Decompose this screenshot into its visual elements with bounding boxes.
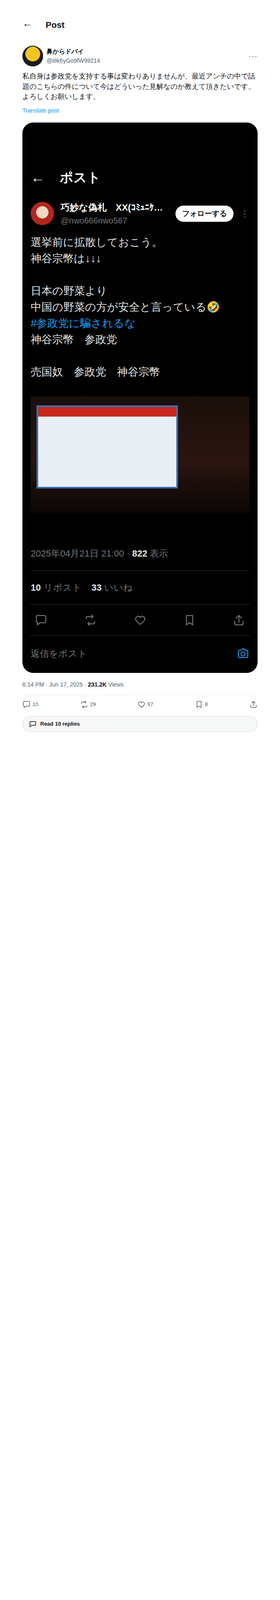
- share-button[interactable]: [249, 699, 258, 708]
- embedded-title: ポスト: [59, 167, 101, 188]
- like-icon: [133, 613, 147, 626]
- page-title: Post: [45, 18, 65, 32]
- post-time: 6:14 PM · Jun 17, 2025 ·: [22, 680, 88, 687]
- post-page: ← Post 鼻からドバイ@i8k6yGo9fW99214··· 私自身は参政党を支持…: [0, 0, 280, 1598]
- stat: 33 いいね: [91, 579, 134, 594]
- text-paragraph: 売国奴 参政党 神谷宗幣: [30, 363, 250, 380]
- text-line: 売国奴 参政党 神谷宗幣: [30, 363, 250, 380]
- action-count: 10: [32, 699, 39, 708]
- embedded-author-handle: @nwo666nwo567: [60, 214, 169, 227]
- separator: [30, 603, 250, 604]
- embedded-screenshot: ←ポスト巧妙な偽札 XX(ｺﾐｭﾆｹ…@nwo666nwo567 フォローする ⋮ 選…: [22, 122, 258, 672]
- hashtag: #参政党に騙されるな: [30, 314, 250, 332]
- stat: 10 リポスト: [30, 579, 82, 594]
- stat-count: 10: [30, 581, 41, 592]
- reply-icon: [22, 699, 31, 708]
- embedded-top-bar: ←ポスト: [30, 163, 250, 191]
- top-bar: ← Post: [22, 0, 258, 46]
- embedded-author-row: 巧妙な偽札 XX(ｺﾐｭﾆｹ…@nwo666nwo567 フォローする ⋮: [30, 200, 250, 227]
- embedded-text: 選挙前に拡散しておこう。神谷宗幣は↓↓↓ 日本の野菜より中国の野菜の方が安全と言っ…: [30, 233, 250, 380]
- embedded-stats: 10 リポスト 33 いいね: [30, 569, 250, 604]
- share-icon: [232, 613, 246, 626]
- author-name[interactable]: 鼻からドバイ: [46, 46, 246, 57]
- reply-placeholder: 返信をポスト: [30, 645, 88, 660]
- author-handle[interactable]: @i8k6yGo9fW99214: [46, 56, 246, 66]
- camera-icon: [236, 646, 250, 659]
- separator: [30, 634, 250, 636]
- author-row: 鼻からドバイ@i8k6yGo9fW99214···: [22, 45, 258, 67]
- bookmark-icon: [183, 613, 196, 626]
- projector-screen: [36, 404, 178, 488]
- stat-label: リポスト: [40, 581, 82, 592]
- embedded-avatar: [30, 201, 54, 225]
- reply-button[interactable]: 10: [22, 699, 39, 708]
- embedded-more-button: ⋮: [240, 206, 250, 221]
- text-line: 選挙前に拡散しておこう。: [30, 233, 250, 251]
- action-count: 8: [204, 699, 208, 708]
- repost-icon: [80, 699, 89, 708]
- text-paragraph: 日本の野菜より中国の野菜の方が安全と言っている🤣#参政党に騙されるな神谷宗幣 参…: [30, 282, 250, 348]
- post-meta: 6:14 PM · Jun 17, 2025 · 231.2K Views: [22, 672, 258, 694]
- view-label: Views: [106, 680, 124, 687]
- speech-bubble-icon: [28, 718, 37, 728]
- embedded-author-info: 巧妙な偽札 XX(ｺﾐｭﾆｹ…@nwo666nwo567: [60, 200, 169, 227]
- text-paragraph: 選挙前に拡散しておこう。神谷宗幣は↓↓↓: [30, 233, 250, 267]
- separator: [30, 569, 250, 570]
- video-frame: [30, 395, 250, 513]
- text-line: 神谷宗幣は↓↓↓: [30, 250, 250, 267]
- stat-count: 33: [91, 581, 102, 592]
- stat-label: いいね: [101, 581, 133, 592]
- action-count: 29: [90, 699, 96, 708]
- post-date: 2025年04月21日 21:00 ·: [30, 547, 133, 558]
- reply-icon: [34, 613, 48, 626]
- follow-button: フォローする: [175, 205, 234, 222]
- back-button[interactable]: ←: [22, 18, 39, 29]
- separator: [22, 693, 258, 695]
- post-actions: 10 29 97 8: [22, 694, 258, 713]
- author-avatar[interactable]: [22, 45, 44, 67]
- translate-link[interactable]: Translate post: [22, 106, 258, 115]
- read-replies-label: Read 10 replies: [40, 718, 80, 728]
- bookmark-icon: [194, 699, 204, 708]
- like-icon: [137, 699, 146, 708]
- repost-button[interactable]: 29: [80, 699, 96, 708]
- view-label: 表示: [147, 547, 168, 558]
- view-count: 822: [132, 547, 148, 558]
- repost-icon: [84, 613, 97, 626]
- embedded-actions: [30, 603, 250, 635]
- embedded-author-name: 巧妙な偽札 XX(ｺﾐｭﾆｹ…: [60, 200, 169, 215]
- author-info: 鼻からドバイ@i8k6yGo9fW99214: [46, 46, 246, 66]
- post-text: 私自身は参政党を支持する事は変わりありませんが、最近アンチの中で話題のこちらの件…: [22, 71, 258, 103]
- embedded-reply-field: 返信をポスト: [30, 635, 250, 662]
- embedded-meta: 2025年04月21日 21:00 · 822 表示: [30, 545, 250, 570]
- more-button[interactable]: ···: [248, 50, 258, 62]
- bookmark-button[interactable]: 8: [194, 699, 208, 708]
- like-button[interactable]: 97: [137, 699, 154, 708]
- embedded-back-button: ←: [30, 170, 60, 185]
- read-replies-button[interactable]: Read 10 replies: [22, 715, 258, 731]
- action-count: 97: [147, 699, 154, 708]
- text-line: 日本の野菜より: [30, 282, 250, 299]
- view-count: 231.2K: [87, 680, 107, 687]
- share-icon: [249, 699, 258, 708]
- text-line: 中国の野菜の方が安全と言っている🤣: [30, 298, 250, 315]
- text-line: 神谷宗幣 参政党: [30, 331, 250, 348]
